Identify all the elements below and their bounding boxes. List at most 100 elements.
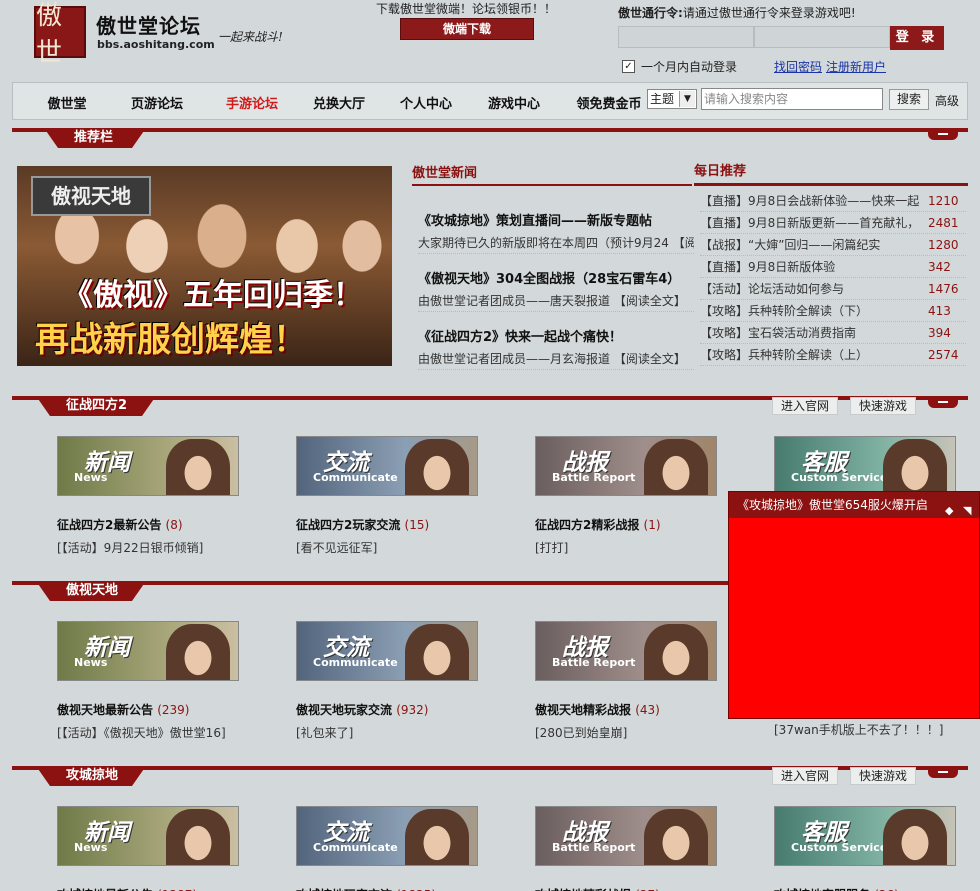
news-title[interactable]: 《攻城掠地》策划直播间——新版专题帖 <box>418 210 694 229</box>
recommend-tab: 推荐栏 <box>44 128 146 148</box>
popup-title[interactable]: 《攻城掠地》傲世堂654服火爆开启 <box>737 498 928 512</box>
daily-row: 【攻略】宝石袋活动消费指南 394 <box>700 322 966 344</box>
download-client-button[interactable]: 微端下载 <box>400 18 534 40</box>
find-password-link[interactable]: 找回密码 <box>774 58 822 75</box>
forum-card: 战报Battle Report 攻城掠地精彩战报 (27) <box>535 806 755 891</box>
login-button[interactable]: 登 录 <box>890 26 944 50</box>
forum-title[interactable]: 征战四方2精彩战报 (1) <box>535 516 755 533</box>
daily-link[interactable]: 【攻略】宝石袋活动消费指南 <box>700 324 922 341</box>
forum-banner-battle[interactable]: 战报 Battle Report <box>535 436 717 496</box>
forum-title[interactable]: 征战四方2最新公告 (8) <box>57 516 277 533</box>
forum-card: 战报 Battle Report 征战四方2精彩战报 (1) [打打] <box>535 436 755 556</box>
forum-banner-comm[interactable]: 交流 Communicate <box>296 621 478 681</box>
nav-item[interactable]: 傲世堂 <box>27 93 107 112</box>
promo-banner[interactable]: 傲视天地 《傲视》五年回归季！ 再战新服创辉煌！ <box>17 166 392 366</box>
latest-post-link[interactable]: [礼包来了] <box>296 724 486 741</box>
nav-item[interactable]: 手游论坛 <box>207 93 297 112</box>
daily-link[interactable]: 【直播】9月8日会战新体验——快来一起 <box>700 192 922 209</box>
latest-post-link[interactable]: [37wan手机版上不去了！！！] <box>774 721 964 738</box>
official-site-button[interactable]: 进入官网 <box>772 397 839 415</box>
daily-link[interactable]: 【攻略】兵种转阶全解读（下） <box>700 302 922 319</box>
nav-item[interactable]: 页游论坛 <box>107 93 207 112</box>
advanced-search-link[interactable]: 高级 <box>935 92 959 109</box>
latest-post-link[interactable]: [打打] <box>535 539 725 556</box>
forum-card: 新闻 News 傲视天地最新公告 (239) [【活动】《傲视天地》傲世堂16] <box>57 621 277 741</box>
nav-item[interactable]: 游戏中心 <box>471 93 557 112</box>
forum-title[interactable]: 攻城掠地精彩战报 (27) <box>535 886 755 891</box>
forum-card: 新闻News 攻城掠地最新公告 (1287) <box>57 806 277 891</box>
forum-banner-comm[interactable]: 交流 Communicate <box>296 806 478 866</box>
forum-title[interactable]: 攻城掠地最新公告 (1287) <box>57 886 277 891</box>
latest-post-link[interactable]: [看不见远征军] <box>296 539 486 556</box>
forum-title[interactable]: 攻城掠地客服服务 (26) <box>774 886 980 891</box>
news-item: 《傲视天地》304全图战报（28宝石雷车4） 由傲世堂记者团成员——唐天裂报道 【… <box>418 268 694 312</box>
collapse-icon[interactable] <box>928 768 958 778</box>
daily-count: 1476 <box>928 281 959 296</box>
forum-banner-battle[interactable]: 战报 Battle Report <box>535 806 717 866</box>
forum-banner-battle[interactable]: 战报 Battle Report <box>535 621 717 681</box>
news-summary[interactable]: 大家期待已久的新版即将在本周四（预计9月24 【阅 <box>418 234 694 254</box>
section-tab[interactable]: 征战四方2 <box>36 396 156 416</box>
forum-title[interactable]: 攻城掠地玩家交流 (1825) <box>296 886 516 891</box>
forum-banner-news[interactable]: 新闻 News <box>57 436 239 496</box>
latest-post-link[interactable]: [280已到始皇崩] <box>535 724 725 741</box>
search-input[interactable]: 请输入搜索内容 <box>701 88 883 110</box>
register-link[interactable]: 注册新用户 <box>826 58 886 75</box>
latest-post-link[interactable]: [【活动】《傲视天地》傲世堂16] <box>57 724 247 741</box>
remember-checkbox[interactable]: ✓ <box>622 60 635 73</box>
search-type-select[interactable]: 主题 ▼ <box>647 89 697 109</box>
quick-play-button[interactable]: 快速游戏 <box>850 767 917 785</box>
forum-name[interactable]: 傲视天地玩家交流 <box>296 703 392 717</box>
nav-items: 傲世堂 页游论坛 手游论坛 兑换大厅 个人中心 游戏中心 领免费金币 <box>27 83 661 121</box>
collapse-icon[interactable] <box>928 130 958 140</box>
character-portrait <box>405 809 469 865</box>
nav-item[interactable]: 个人中心 <box>381 93 471 112</box>
official-site-button[interactable]: 进入官网 <box>772 767 839 785</box>
banner-game-logo: 傲视天地 <box>31 176 151 216</box>
username-input[interactable] <box>618 26 754 48</box>
character-portrait <box>883 439 947 495</box>
nav-item[interactable]: 领免费金币 <box>557 93 661 112</box>
forum-banner-cs[interactable]: 客服Custom Service <box>774 436 956 496</box>
nav-item[interactable]: 兑换大厅 <box>297 93 381 112</box>
forum-name[interactable]: 征战四方2最新公告 <box>57 518 161 532</box>
forum-title[interactable]: 征战四方2玩家交流 (15) <box>296 516 516 533</box>
forum-card: 交流 Communicate 傲视天地玩家交流 (932) [礼包来了] <box>296 621 516 741</box>
topic-count: (932) <box>396 703 429 717</box>
daily-link[interactable]: 【战报】“大婶”回归——闲篇纪实 <box>700 236 922 253</box>
daily-link[interactable]: 【活动】论坛活动如何参与 <box>700 280 922 297</box>
forum-name[interactable]: 征战四方2玩家交流 <box>296 518 400 532</box>
forum-title[interactable]: 傲视天地精彩战报 (43) <box>535 701 755 718</box>
pass-label: 傲世通行令:请通过傲世通行令来登录游戏吧! <box>618 4 856 21</box>
popup-close-icon[interactable]: ◥ <box>963 498 971 524</box>
daily-link[interactable]: 【攻略】兵种转阶全解读（上） <box>700 346 922 363</box>
site-name[interactable]: 傲世堂论坛 <box>96 10 201 39</box>
section-tab[interactable]: 攻城掠地 <box>36 766 146 786</box>
news-summary[interactable]: 由傲世堂记者团成员——月玄海报道 【阅读全文】 <box>418 350 694 370</box>
news-title[interactable]: 《征战四方2》快来一起战个痛快！ <box>418 326 694 345</box>
quick-play-button[interactable]: 快速游戏 <box>850 397 917 415</box>
forum-banner-news[interactable]: 新闻 News <box>57 806 239 866</box>
notification-popup[interactable]: 《攻城掠地》傲世堂654服火爆开启 ◆ ◥ <box>728 491 980 719</box>
forum-name[interactable]: 傲视天地最新公告 <box>57 703 153 717</box>
forum-banner-news[interactable]: 新闻 News <box>57 621 239 681</box>
news-title[interactable]: 《傲视天地》304全图战报（28宝石雷车4） <box>418 268 694 287</box>
forum-name[interactable]: 傲视天地精彩战报 <box>535 703 631 717</box>
forum-banner-comm[interactable]: 交流 Communicate <box>296 436 478 496</box>
news-summary[interactable]: 由傲世堂记者团成员——唐天裂报道 【阅读全文】 <box>418 292 694 312</box>
password-input[interactable] <box>754 26 890 48</box>
latest-post-link[interactable]: [【活动】9月22日银币倾销] <box>57 539 247 556</box>
banner-line1: 《傲视》五年回归季！ <box>63 278 363 313</box>
banner-line2: 再战新服创辉煌！ <box>35 320 307 360</box>
section-tab[interactable]: 傲视天地 <box>36 581 146 601</box>
forum-title[interactable]: 傲视天地最新公告 (239) <box>57 701 277 718</box>
collapse-icon[interactable] <box>928 398 958 408</box>
forum-name[interactable]: 征战四方2精彩战报 <box>535 518 639 532</box>
site-logo[interactable]: 傲世 <box>34 1 86 68</box>
daily-link[interactable]: 【直播】9月8日新版更新——首充献礼， <box>700 214 922 231</box>
daily-link[interactable]: 【直播】9月8日新版体验 <box>700 258 922 275</box>
forum-banner-cs[interactable]: 客服Custom Service <box>774 806 956 866</box>
forum-title[interactable]: 傲视天地玩家交流 (932) <box>296 701 516 718</box>
search-button[interactable]: 搜索 <box>889 89 929 110</box>
popup-minimize-icon[interactable]: ◆ <box>945 498 953 524</box>
